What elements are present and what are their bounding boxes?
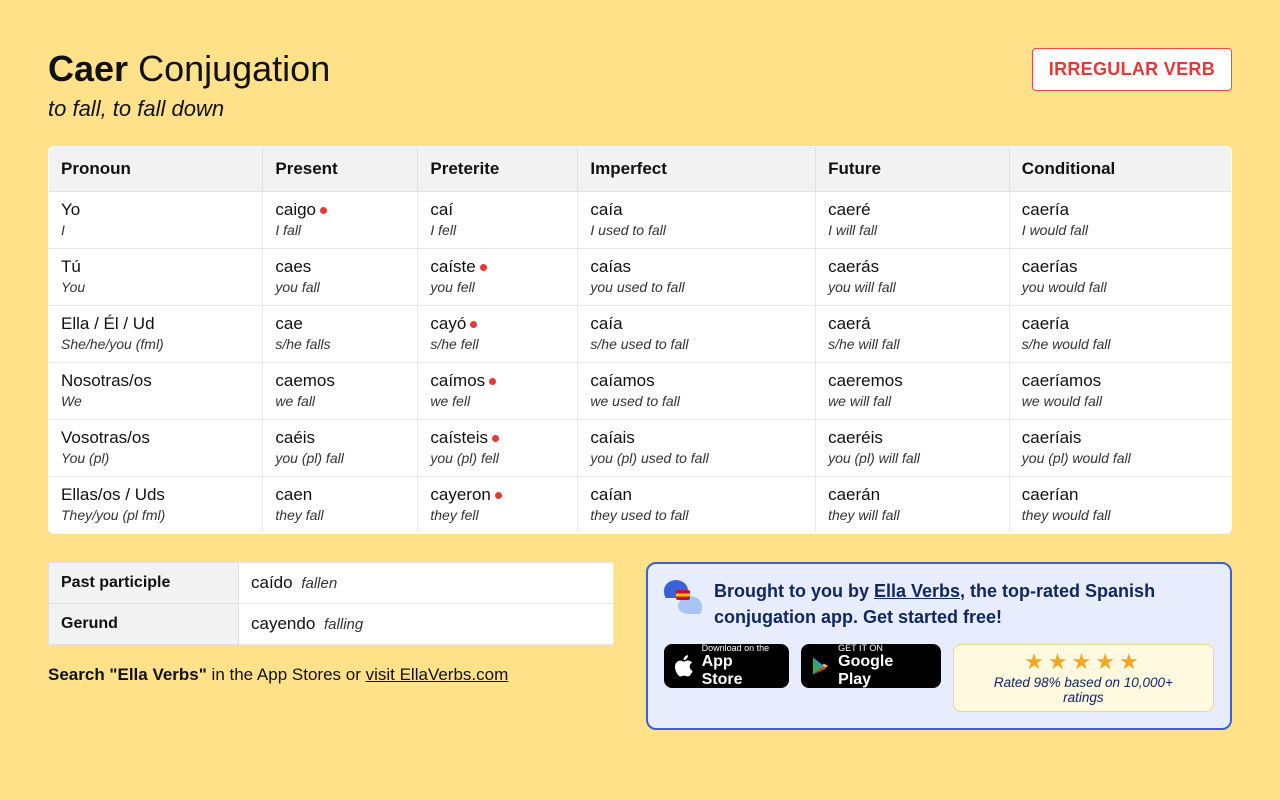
pronoun-cell: Ellas/os / UdsThey/you (pl fml) xyxy=(49,477,263,534)
conjugation-table: PronounPresentPreteriteImperfectFutureCo… xyxy=(48,146,1232,534)
column-header: Present xyxy=(263,147,418,192)
irregular-dot-icon xyxy=(480,264,487,271)
conjugation-cell: caíanthey used to fall xyxy=(578,477,816,534)
participle-table: Past participle caído fallen Gerund caye… xyxy=(48,562,614,645)
search-hint: Search "Ella Verbs" in the App Stores or… xyxy=(48,665,614,685)
table-row: Nosotras/osWecaemoswe fallcaímoswe fellc… xyxy=(49,363,1232,420)
google-play-button[interactable]: GET IT ON Google Play xyxy=(801,644,941,688)
conjugation-cell: caesyou fall xyxy=(263,249,418,306)
google-play-icon xyxy=(811,655,831,677)
verb-name: Caer xyxy=(48,48,128,89)
conjugation-cell: caeríaI would fall xyxy=(1009,192,1231,249)
conjugation-cell: caíamoswe used to fall xyxy=(578,363,816,420)
table-row: YoIcaigoI fallcaíI fellcaíaI used to fal… xyxy=(49,192,1232,249)
star-icons: ★★★★★ xyxy=(974,651,1193,673)
apple-icon xyxy=(674,654,694,678)
conjugation-cell: caenthey fall xyxy=(263,477,418,534)
title-suffix: Conjugation xyxy=(138,48,330,89)
conjugation-cell: caías/he used to fall xyxy=(578,306,816,363)
column-header: Preterite xyxy=(418,147,578,192)
promo-box: Brought to you by Ella Verbs, the top-ra… xyxy=(646,562,1232,730)
conjugation-cell: caeríamoswe would fall xyxy=(1009,363,1231,420)
column-header: Conditional xyxy=(1009,147,1231,192)
conjugation-cell: caeríaisyou (pl) would fall xyxy=(1009,420,1231,477)
pronoun-cell: Vosotras/osYou (pl) xyxy=(49,420,263,477)
conjugation-cell: caerías/he would fall xyxy=(1009,306,1231,363)
rating-box: ★★★★★ Rated 98% based on 10,000+ ratings xyxy=(953,644,1214,712)
conjugation-cell: caeríanthey would fall xyxy=(1009,477,1231,534)
column-header: Imperfect xyxy=(578,147,816,192)
irregular-dot-icon xyxy=(470,321,477,328)
conjugation-cell: caerás/he will fall xyxy=(816,306,1010,363)
gerund-label: Gerund xyxy=(49,604,239,645)
conjugation-cell: caeríasyou would fall xyxy=(1009,249,1231,306)
pronoun-cell: Nosotras/osWe xyxy=(49,363,263,420)
visit-link[interactable]: visit EllaVerbs.com xyxy=(366,665,509,684)
table-row: Ellas/os / UdsThey/you (pl fml)caenthey … xyxy=(49,477,1232,534)
verb-translation: to fall, to fall down xyxy=(48,96,330,122)
column-header: Pronoun xyxy=(49,147,263,192)
conjugation-cell: caes/he falls xyxy=(263,306,418,363)
conjugation-cell: cayeronthey fell xyxy=(418,477,578,534)
irregular-dot-icon xyxy=(492,435,499,442)
conjugation-cell: caemoswe fall xyxy=(263,363,418,420)
conjugation-cell: caíaisyou (pl) used to fall xyxy=(578,420,816,477)
page-title: Caer Conjugation xyxy=(48,48,330,90)
pronoun-cell: TúYou xyxy=(49,249,263,306)
conjugation-cell: caéisyou (pl) fall xyxy=(263,420,418,477)
conjugation-cell: caeréI will fall xyxy=(816,192,1010,249)
conjugation-cell: caísteisyou (pl) fell xyxy=(418,420,578,477)
past-participle-label: Past participle xyxy=(49,563,239,604)
irregular-dot-icon xyxy=(489,378,496,385)
conjugation-cell: caíI fell xyxy=(418,192,578,249)
conjugation-cell: caigoI fall xyxy=(263,192,418,249)
conjugation-cell: caeremoswe will fall xyxy=(816,363,1010,420)
irregular-dot-icon xyxy=(495,492,502,499)
conjugation-cell: caímoswe fell xyxy=(418,363,578,420)
conjugation-cell: caeréisyou (pl) will fall xyxy=(816,420,1010,477)
irregular-dot-icon xyxy=(320,207,327,214)
conjugation-cell: caíasyou used to fall xyxy=(578,249,816,306)
ella-verbs-link[interactable]: Ella Verbs xyxy=(874,581,960,601)
conjugation-cell: caeránthey will fall xyxy=(816,477,1010,534)
promo-text: Brought to you by Ella Verbs, the top-ra… xyxy=(714,578,1214,630)
conjugation-cell: caíaI used to fall xyxy=(578,192,816,249)
table-row: TúYoucaesyou fallcaísteyou fellcaíasyou … xyxy=(49,249,1232,306)
irregular-badge: IRREGULAR VERB xyxy=(1032,48,1232,91)
pronoun-cell: YoI xyxy=(49,192,263,249)
app-logo-icon xyxy=(664,578,702,616)
app-store-button[interactable]: Download on the App Store xyxy=(664,644,789,688)
pronoun-cell: Ella / Él / UdShe/he/you (fml) xyxy=(49,306,263,363)
table-row: Ella / Él / UdShe/he/you (fml)caes/he fa… xyxy=(49,306,1232,363)
past-participle-value: caído fallen xyxy=(239,563,614,604)
table-row: Vosotras/osYou (pl)caéisyou (pl) fallcaí… xyxy=(49,420,1232,477)
gerund-value: cayendo falling xyxy=(239,604,614,645)
conjugation-cell: caísteyou fell xyxy=(418,249,578,306)
conjugation-cell: cayós/he fell xyxy=(418,306,578,363)
conjugation-cell: caerásyou will fall xyxy=(816,249,1010,306)
column-header: Future xyxy=(816,147,1010,192)
